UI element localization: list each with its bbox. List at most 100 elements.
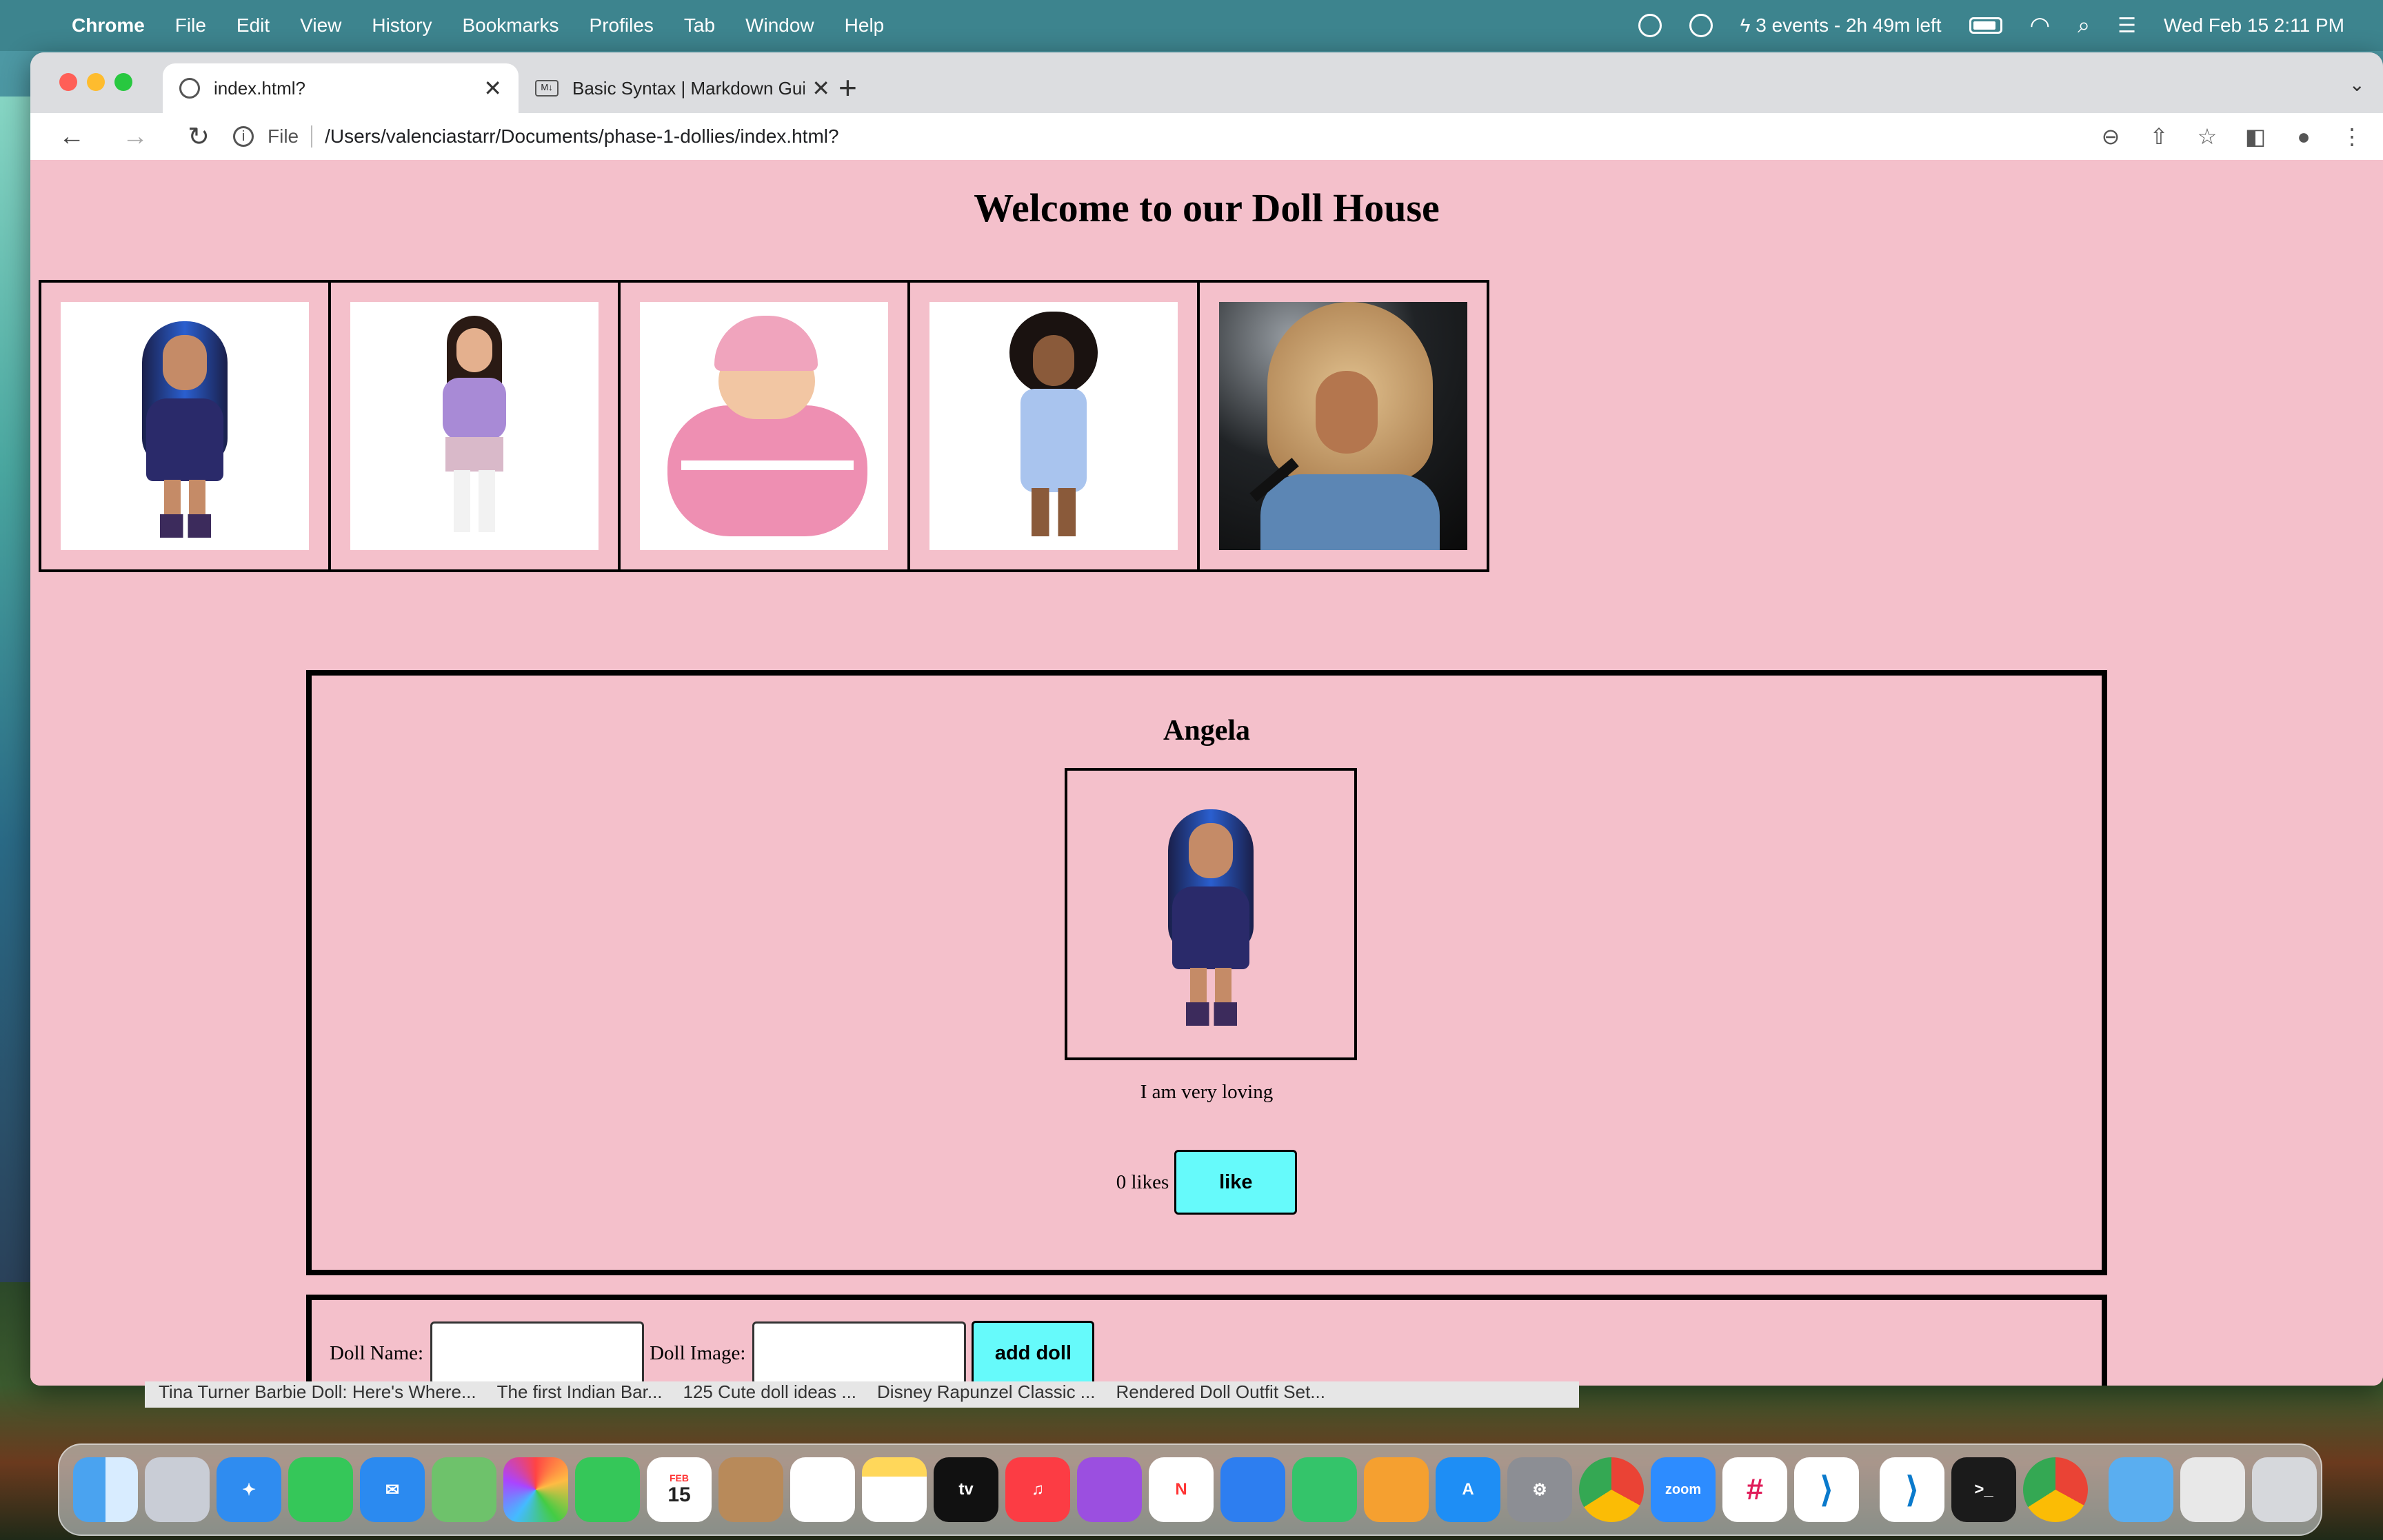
info-icon[interactable]: i <box>233 126 254 147</box>
tab-strip: index.html? ✕ M↓ Basic Syntax | Markdown… <box>30 52 2383 113</box>
folder-icon[interactable] <box>2109 1457 2173 1522</box>
zoom-window-button[interactable] <box>114 73 132 91</box>
dock-divider <box>2095 1457 2102 1522</box>
news-icon[interactable]: N <box>1149 1457 1214 1522</box>
background-window-tabs: Tina Turner Barbie Doll: Here's Where...… <box>145 1381 1579 1408</box>
chrome-icon[interactable] <box>1579 1457 1644 1522</box>
trash-icon[interactable] <box>2252 1457 2317 1522</box>
like-button[interactable]: like <box>1174 1150 1298 1215</box>
notes-icon[interactable] <box>862 1457 927 1522</box>
menu-clock[interactable]: Wed Feb 15 2:11 PM <box>2164 14 2344 37</box>
close-tab-icon[interactable]: ✕ <box>483 75 502 101</box>
background-tab[interactable]: The first Indian Bar... <box>497 1381 663 1408</box>
spotlight-search-icon[interactable]: ⌕ <box>2078 12 2090 39</box>
tab-index-html[interactable]: index.html? ✕ <box>163 63 519 113</box>
maps-icon[interactable] <box>432 1457 496 1522</box>
doll-thumbnail[interactable] <box>39 280 331 572</box>
status-app-icon[interactable] <box>1638 14 1662 37</box>
doll-thumbnail[interactable] <box>328 280 621 572</box>
facetime-icon[interactable] <box>575 1457 640 1522</box>
close-window-button[interactable] <box>59 73 77 91</box>
doll-detail-card: Angela I am very loving 0 likes like <box>306 670 2107 1275</box>
back-arrow-icon[interactable]: ← <box>50 122 94 152</box>
doll-image-input[interactable] <box>752 1321 967 1385</box>
doll-thumbnail[interactable] <box>1197 280 1489 572</box>
calendar-events-status[interactable]: ϟ 3 events - 2h 49m left <box>1740 14 1942 37</box>
menu-bookmarks[interactable]: Bookmarks <box>462 14 559 37</box>
background-tab[interactable]: Disney Rapunzel Classic ... <box>877 1381 1095 1408</box>
menu-window[interactable]: Window <box>745 14 814 37</box>
zoom-icon[interactable]: zoom <box>1651 1457 1716 1522</box>
menu-profiles[interactable]: Profiles <box>590 14 654 37</box>
new-tab-button[interactable]: + <box>838 69 857 106</box>
doll-image <box>350 302 599 550</box>
minimize-window-button[interactable] <box>87 73 105 91</box>
menu-history[interactable]: History <box>372 14 432 37</box>
terminal-icon[interactable]: >_ <box>1951 1457 2016 1522</box>
kebab-menu-icon[interactable]: ⋮ <box>2328 123 2376 150</box>
calendar-month: FEB <box>670 1472 689 1483</box>
url-text[interactable]: /Users/valenciastarr/Documents/phase-1-d… <box>325 125 838 148</box>
address-bar[interactable]: i File /Users/valenciastarr/Documents/ph… <box>233 118 2087 155</box>
appstore-icon[interactable]: A <box>1436 1457 1500 1522</box>
doll-thumbnail[interactable] <box>618 280 910 572</box>
tab-search-chevron-icon[interactable]: ⌄ <box>2349 73 2365 96</box>
url-divider <box>311 125 313 148</box>
battery-icon[interactable] <box>1969 17 2002 34</box>
wifi-icon[interactable]: ◠ <box>2030 12 2051 39</box>
forward-arrow-icon[interactable]: → <box>113 122 157 152</box>
control-center-icon[interactable]: ☰ <box>2118 14 2136 38</box>
markdown-icon: M↓ <box>535 80 559 97</box>
tab-markdown-guide[interactable]: M↓ Basic Syntax | Markdown Guide ✕ <box>519 63 847 113</box>
settings-icon[interactable]: ⚙ <box>1507 1457 1572 1522</box>
zoom-label: zoom <box>1665 1481 1702 1497</box>
url-scheme: File <box>268 125 299 147</box>
finder-icon[interactable] <box>73 1457 138 1522</box>
menu-view[interactable]: View <box>300 14 341 37</box>
doll-name: Angela <box>1163 715 1250 747</box>
music-icon[interactable]: ♫ <box>1005 1457 1070 1522</box>
menu-edit[interactable]: Edit <box>237 14 270 37</box>
status-app-icon-2[interactable] <box>1689 14 1713 37</box>
menu-file[interactable]: File <box>175 14 206 37</box>
menu-tab[interactable]: Tab <box>684 14 715 37</box>
chrome-icon-2[interactable] <box>2023 1457 2088 1522</box>
menu-help[interactable]: Help <box>845 14 885 37</box>
appletv-label: tv <box>958 1480 974 1499</box>
zoom-icon[interactable]: ⊖ <box>2087 123 2135 150</box>
pages-icon[interactable] <box>1364 1457 1429 1522</box>
add-doll-button[interactable]: add doll <box>972 1321 1095 1386</box>
side-panel-icon[interactable]: ◧ <box>2231 123 2280 150</box>
reminders-icon[interactable] <box>790 1457 855 1522</box>
close-tab-icon[interactable]: ✕ <box>812 75 830 101</box>
numbers-icon[interactable] <box>1292 1457 1357 1522</box>
mail-icon[interactable]: ✉ <box>360 1457 425 1522</box>
likes-count: 0 likes <box>1116 1171 1169 1193</box>
safari-icon[interactable]: ✦ <box>217 1457 281 1522</box>
doll-image <box>1219 302 1467 550</box>
podcasts-icon[interactable] <box>1077 1457 1142 1522</box>
profile-avatar-icon[interactable]: ● <box>2280 124 2328 150</box>
menu-app-name[interactable]: Chrome <box>72 14 145 37</box>
vscode-icon[interactable]: ⟩ <box>1794 1457 1859 1522</box>
share-icon[interactable]: ⇧ <box>2135 123 2183 150</box>
slack-icon[interactable]: # <box>1722 1457 1787 1522</box>
dock: ✦ ✉ FEB 15 tv ♫ N A ⚙ zoom # ⟩ ⟩ >_ <box>58 1443 2322 1536</box>
messages-icon[interactable] <box>288 1457 353 1522</box>
chrome-window: index.html? ✕ M↓ Basic Syntax | Markdown… <box>30 52 2383 1386</box>
preview-icon[interactable] <box>2180 1457 2245 1522</box>
background-tab[interactable]: Rendered Doll Outfit Set... <box>1116 1381 1325 1408</box>
keynote-icon[interactable] <box>1220 1457 1285 1522</box>
launchpad-icon[interactable] <box>145 1457 210 1522</box>
calendar-icon[interactable]: FEB 15 <box>647 1457 712 1522</box>
contacts-icon[interactable] <box>718 1457 783 1522</box>
background-tab[interactable]: 125 Cute doll ideas ... <box>683 1381 857 1408</box>
reload-icon[interactable]: ↻ <box>177 121 221 152</box>
bookmark-star-icon[interactable]: ☆ <box>2183 123 2231 150</box>
vscode-icon-2[interactable]: ⟩ <box>1880 1457 1944 1522</box>
photos-icon[interactable] <box>503 1457 568 1522</box>
appletv-icon[interactable]: tv <box>934 1457 998 1522</box>
background-tab[interactable]: Tina Turner Barbie Doll: Here's Where... <box>159 1381 476 1408</box>
doll-thumbnail[interactable] <box>907 280 1200 572</box>
doll-name-input[interactable] <box>430 1321 645 1385</box>
